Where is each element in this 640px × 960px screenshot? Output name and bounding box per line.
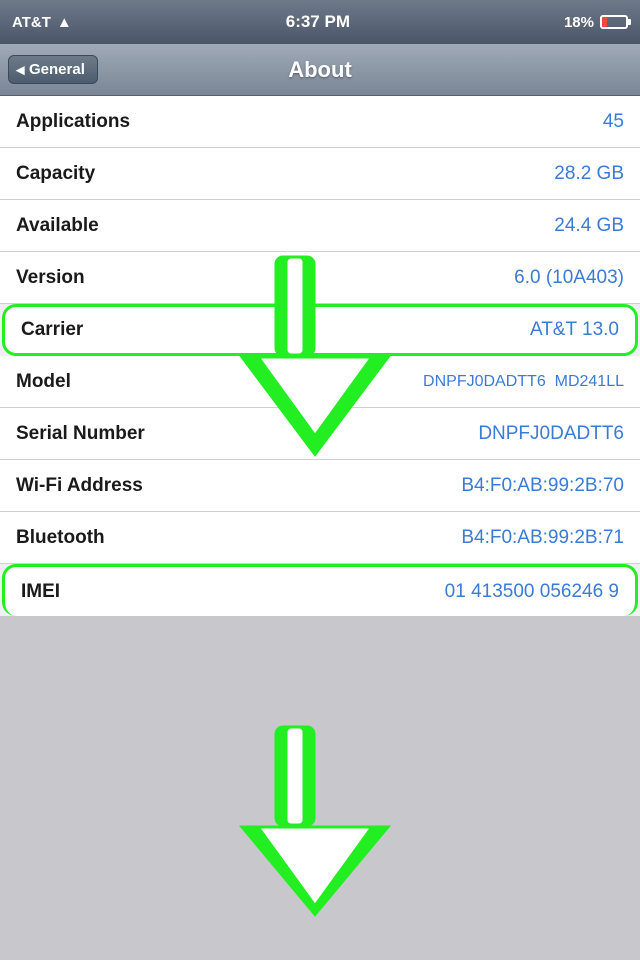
label-applications: Applications [16, 111, 130, 133]
main-content: Applications 45 Capacity 28.2 GB Availab… [0, 96, 640, 960]
status-time: 6:37 PM [286, 12, 350, 32]
label-imei: IMEI [21, 581, 60, 603]
battery-icon [600, 15, 628, 29]
nav-bar: General About [0, 44, 640, 96]
value-imei: 01 413500 056246 9 [445, 581, 619, 603]
value-carrier: AT&T 13.0 [530, 319, 619, 341]
label-version: Version [16, 267, 85, 289]
label-model: Model [16, 371, 71, 393]
wifi-icon: ▲︎ [57, 14, 72, 31]
nav-title: About [288, 57, 352, 83]
label-available: Available [16, 215, 99, 237]
arrow-to-imei [240, 726, 390, 916]
value-capacity: 28.2 GB [554, 163, 624, 185]
value-applications: 45 [603, 111, 624, 133]
value-model: DNPFJ0DADTT6 MD241LL [423, 373, 624, 391]
row-model: Model DNPFJ0DADTT6 MD241LL [0, 356, 640, 408]
row-carrier: Carrier AT&T 13.0 [2, 304, 638, 356]
row-available: Available 24.4 GB [0, 200, 640, 252]
battery-percent: 18% [564, 14, 594, 31]
status-left: AT&T ▲︎ [12, 14, 72, 31]
row-capacity: Capacity 28.2 GB [0, 148, 640, 200]
label-bluetooth: Bluetooth [16, 527, 105, 549]
row-imei: IMEI 01 413500 056246 9 [2, 564, 638, 616]
battery-fill [602, 17, 607, 27]
label-serial: Serial Number [16, 423, 145, 445]
carrier-label: AT&T [12, 14, 51, 31]
label-carrier: Carrier [21, 319, 83, 341]
status-right: 18% [564, 14, 628, 31]
back-button[interactable]: General [8, 55, 98, 84]
row-bluetooth: Bluetooth B4:F0:AB:99:2B:71 [0, 512, 640, 564]
value-available: 24.4 GB [554, 215, 624, 237]
status-bar: AT&T ▲︎ 6:37 PM 18% [0, 0, 640, 44]
row-version: Version 6.0 (10A403) [0, 252, 640, 304]
row-applications: Applications 45 [0, 96, 640, 148]
value-version: 6.0 (10A403) [514, 267, 624, 289]
value-wifi: B4:F0:AB:99:2B:70 [461, 475, 624, 497]
row-wifi: Wi-Fi Address B4:F0:AB:99:2B:70 [0, 460, 640, 512]
row-serial: Serial Number DNPFJ0DADTT6 [0, 408, 640, 460]
value-serial: DNPFJ0DADTT6 [478, 423, 624, 445]
label-capacity: Capacity [16, 163, 95, 185]
rows-wrapper: Applications 45 Capacity 28.2 GB Availab… [0, 96, 640, 616]
label-wifi: Wi-Fi Address [16, 475, 143, 497]
value-bluetooth: B4:F0:AB:99:2B:71 [461, 527, 624, 549]
